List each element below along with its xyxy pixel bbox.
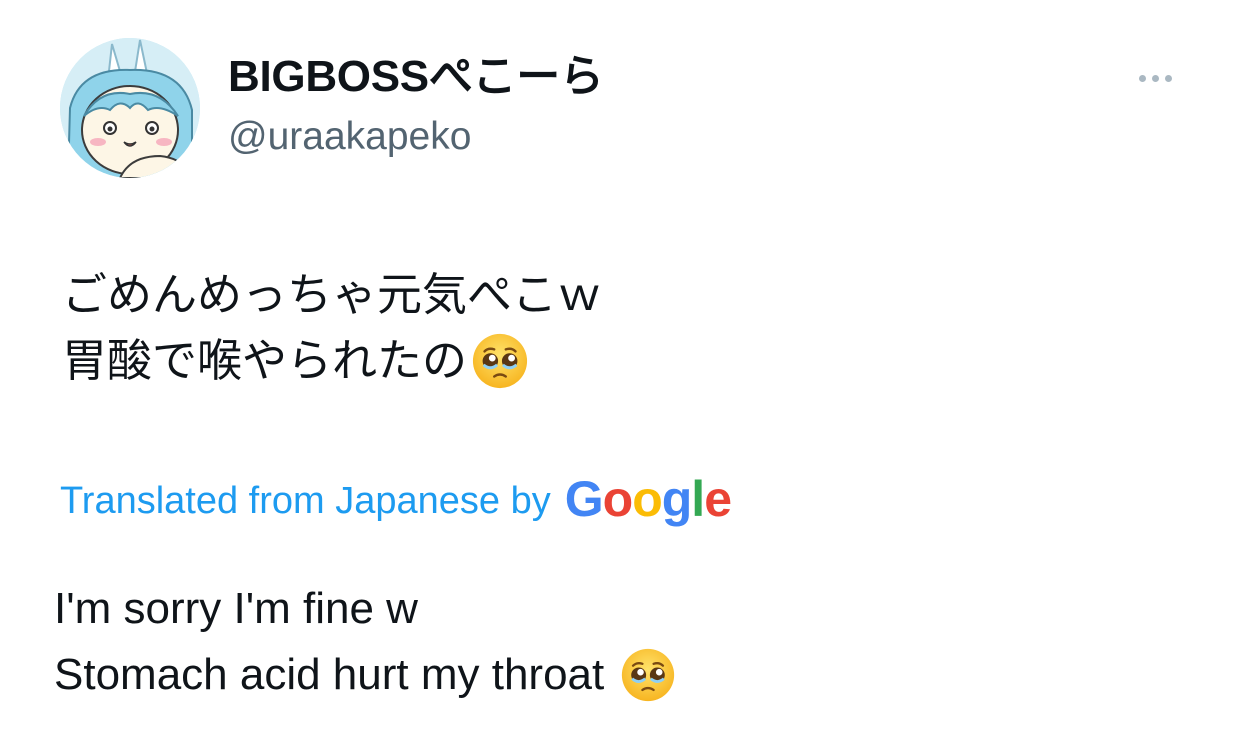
more-options-icon [1138, 74, 1146, 82]
tweet-line-text: ごめんめっちゃ元気ぺこｗ [62, 268, 603, 321]
tweet-text: ごめんめっちゃ元気ぺこｗ 胃酸で喉やられたの [62, 262, 602, 394]
tweet-line: 胃酸で喉やられたの [62, 328, 602, 394]
pleading-face-emoji-icon [471, 332, 529, 390]
translated-line-text: I'm sorry I'm fine w [54, 584, 418, 633]
translated-line: Stomach acid hurt my throat [54, 642, 676, 708]
google-logo-letter: e [704, 471, 732, 527]
pleading-face-emoji-icon [620, 647, 676, 703]
tweet-line-text: 胃酸で喉やられたの [62, 334, 468, 387]
google-logo-letter: o [602, 471, 634, 527]
translated-line-text: Stomach acid hurt my throat [54, 650, 605, 699]
tweet-line: ごめんめっちゃ元気ぺこｗ [62, 262, 602, 328]
rabbit-girl-avatar-icon [60, 38, 200, 178]
more-options-icon-dot [1151, 74, 1159, 82]
more-options-button[interactable] [1130, 66, 1180, 90]
google-logo-letter: l [691, 471, 705, 527]
google-logo-letter: o [632, 471, 663, 527]
translated-line: I'm sorry I'm fine w [54, 576, 676, 642]
more-options-icon-dot [1164, 74, 1172, 82]
translated-from-link[interactable]: Translated from Japanese by [60, 480, 551, 523]
translation-attribution: Translated from Japanese by Google [60, 471, 732, 527]
google-logo: Google [564, 471, 732, 527]
translated-text: I'm sorry I'm fine w Stomach acid hurt m… [54, 576, 676, 708]
google-logo-letter: G [564, 471, 604, 527]
google-logo-letter: g [661, 471, 693, 527]
avatar[interactable] [60, 38, 200, 178]
user-handle[interactable]: @uraakapeko [228, 116, 471, 158]
display-name[interactable]: BIGBOSSぺこーら [228, 53, 604, 100]
